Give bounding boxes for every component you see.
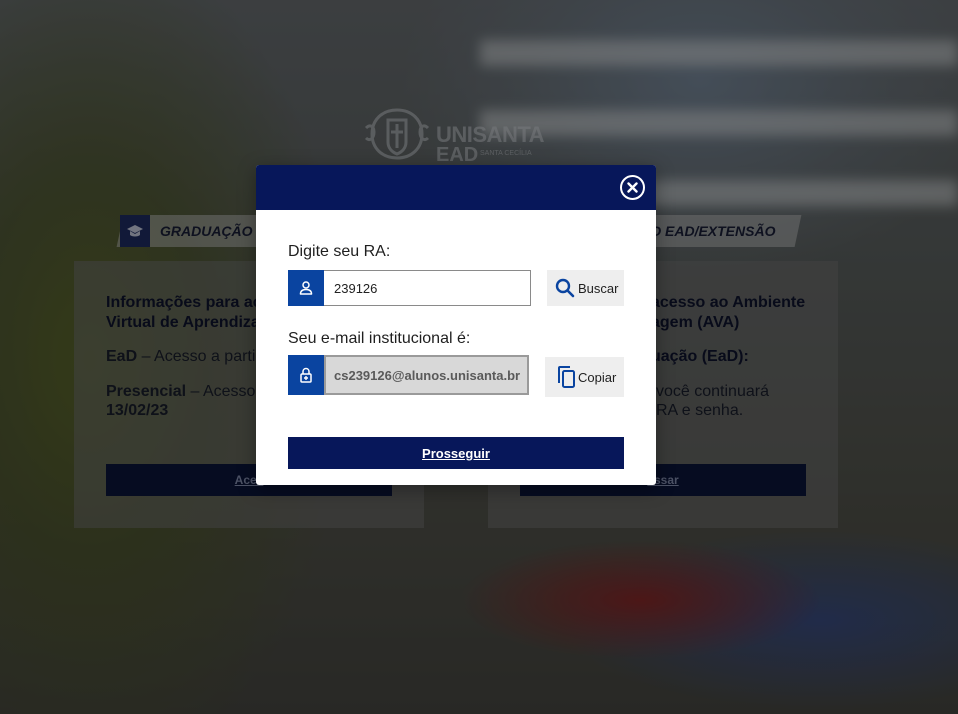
proceed-button[interactable]: Prosseguir xyxy=(288,437,624,469)
lock-icon xyxy=(288,355,324,395)
modal-header xyxy=(256,165,656,210)
email-field[interactable] xyxy=(324,355,529,395)
email-label: Seu e-mail institucional é: xyxy=(288,330,471,347)
copy-button-label: Copiar xyxy=(578,369,617,385)
ra-lookup-modal: Digite seu RA: Buscar Seu e-mail institu… xyxy=(256,165,656,485)
email-input-group xyxy=(288,355,529,395)
search-icon xyxy=(555,278,575,298)
search-button[interactable]: Buscar xyxy=(547,270,624,306)
ra-input[interactable] xyxy=(324,270,531,306)
close-icon xyxy=(627,182,638,193)
close-button[interactable] xyxy=(620,175,645,200)
copy-button[interactable]: Copiar xyxy=(545,357,624,397)
copy-icon xyxy=(558,366,575,388)
user-icon xyxy=(288,270,324,306)
ra-label: Digite seu RA: xyxy=(288,243,391,260)
search-button-label: Buscar xyxy=(578,280,619,296)
ra-input-group xyxy=(288,270,531,306)
